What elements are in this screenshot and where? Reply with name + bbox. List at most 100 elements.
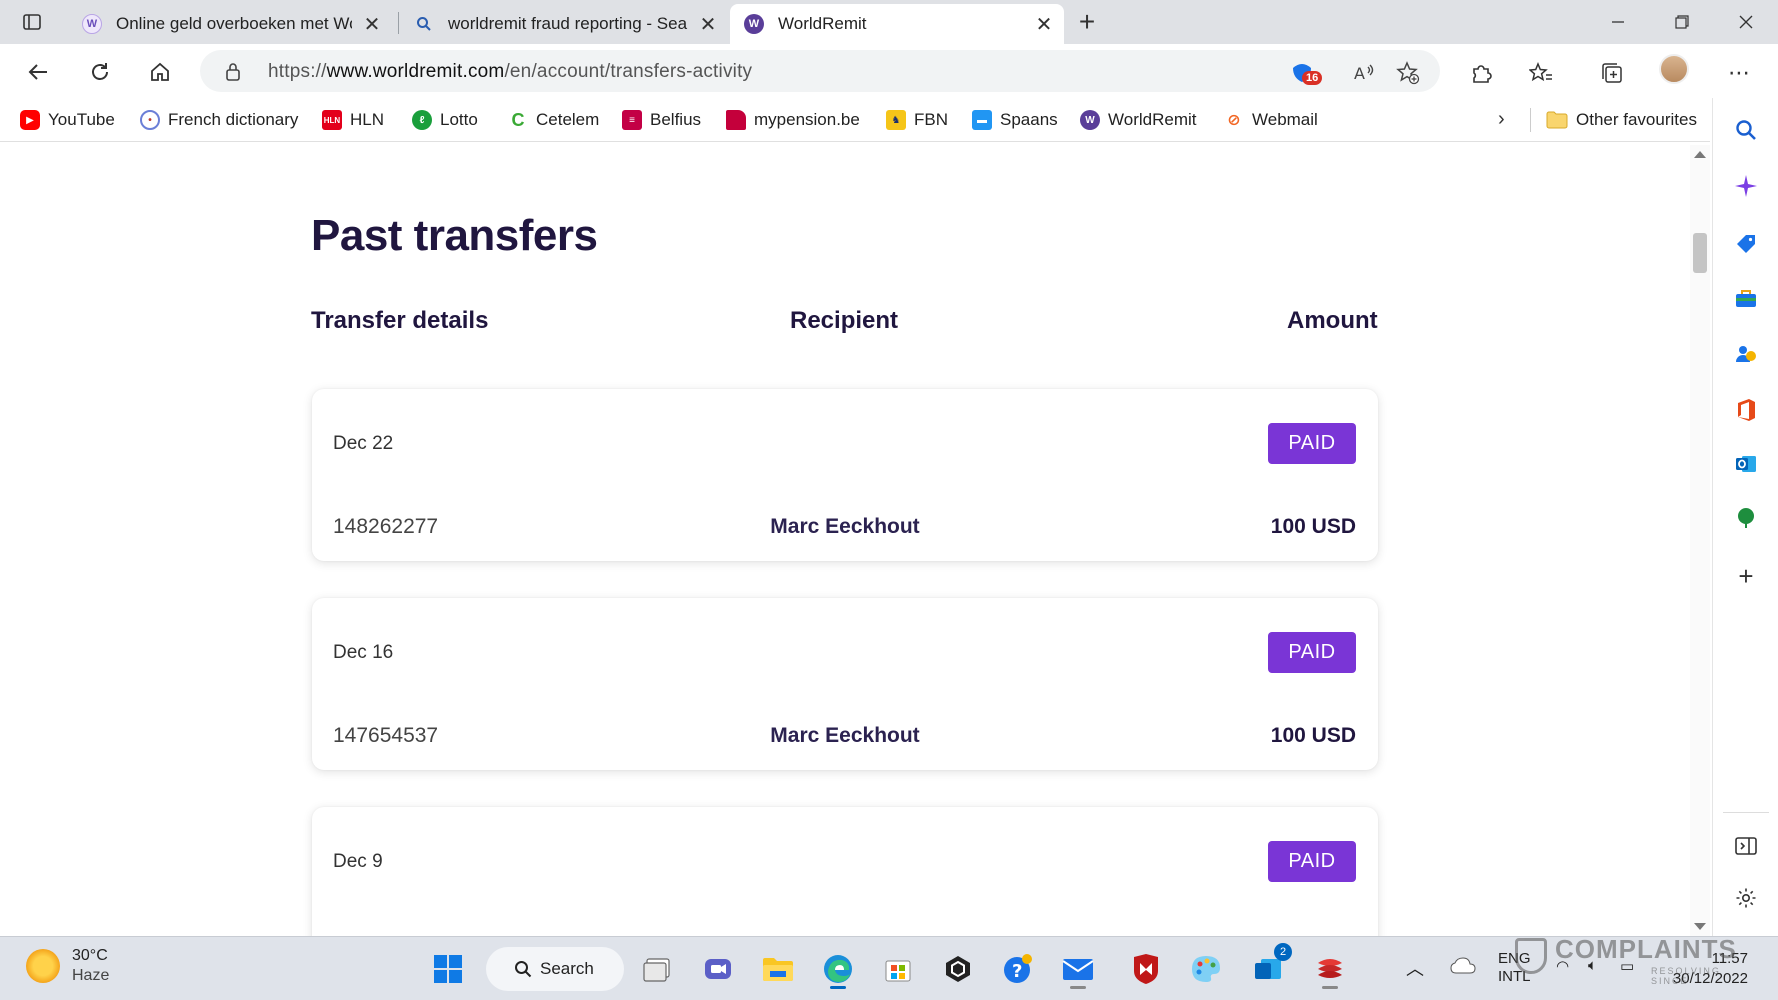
anydesk-button[interactable] <box>1310 949 1350 989</box>
mcafee-button[interactable] <box>1126 949 1166 989</box>
scroll-up-arrow-icon[interactable] <box>1694 151 1706 158</box>
favorite-lotto[interactable]: ℓ Lotto <box>412 108 478 132</box>
teams-icon <box>705 959 731 979</box>
mcafee-shield-icon <box>1134 954 1158 984</box>
transfer-card[interactable]: Dec 16 PAID 147654537 Marc Eeckhout 100 … <box>312 598 1378 770</box>
help-icon: ? <box>1004 954 1032 983</box>
column-header-details: Transfer details <box>311 307 489 334</box>
favorites-button[interactable] <box>1526 58 1556 88</box>
file-explorer-button[interactable] <box>758 949 798 989</box>
chevron-right-icon[interactable]: › <box>1498 108 1505 131</box>
sparkle-icon <box>1735 175 1757 197</box>
favorite-webmail[interactable]: ⊘ Webmail <box>1224 108 1318 132</box>
task-view-button[interactable] <box>638 949 678 989</box>
url-text[interactable]: https://www.worldremit.com/en/account/tr… <box>268 61 752 83</box>
show-hidden-icons-button[interactable]: ︿ <box>1406 955 1424 981</box>
sidebar-search-button[interactable] <box>1732 116 1760 144</box>
minimize-button[interactable] <box>1590 6 1646 38</box>
edge-icon <box>824 955 852 983</box>
mail-app-button[interactable] <box>1058 949 1098 989</box>
page-scrollbar[interactable] <box>1690 145 1710 936</box>
scroll-down-arrow-icon[interactable] <box>1694 923 1706 930</box>
sidebar-drop-button[interactable] <box>1732 504 1760 532</box>
favorite-belfius[interactable]: ≡ Belfius <box>622 108 701 132</box>
sidebar-add-button[interactable]: + <box>1732 561 1760 591</box>
transfer-card[interactable]: Dec 22 PAID 148262277 Marc Eeckhout 100 … <box>312 389 1378 561</box>
transfer-date: Dec 22 <box>333 433 394 454</box>
unity-hub-button[interactable] <box>938 949 978 989</box>
refresh-button[interactable] <box>82 54 118 90</box>
sidebar-copilot-button[interactable] <box>1732 172 1760 200</box>
tab-fraud-search[interactable]: worldremit fraud reporting - Sea ✕ <box>400 4 728 44</box>
favorite-fbn[interactable]: ♞ FBN <box>886 108 948 132</box>
stack-app-icon <box>1318 959 1342 978</box>
tab-worldremit-active[interactable]: W WorldRemit ✕ <box>730 4 1064 44</box>
puzzle-icon <box>1473 65 1492 83</box>
tab-actions-button[interactable] <box>12 8 52 36</box>
extension-button[interactable]: 16 <box>1288 59 1323 87</box>
favorite-worldremit[interactable]: W WorldRemit <box>1080 108 1196 132</box>
back-button[interactable] <box>20 54 56 90</box>
start-button[interactable] <box>428 949 468 989</box>
outlook-icon <box>1736 456 1756 472</box>
close-tab-icon[interactable]: ✕ <box>360 12 384 36</box>
get-help-button[interactable]: ? <box>998 949 1038 989</box>
column-header-recipient: Recipient <box>790 307 899 334</box>
tab-worldremit-transfer[interactable]: W Online geld overboeken met Wo ✕ <box>68 4 392 44</box>
favorite-french-dictionary[interactable]: • French dictionary <box>140 108 298 132</box>
office-icon <box>1738 399 1755 421</box>
new-tab-button[interactable]: + <box>1072 8 1102 38</box>
sidebar-games-button[interactable] <box>1732 340 1760 368</box>
address-bar[interactable]: https://www.worldremit.com/en/account/tr… <box>200 50 1440 92</box>
other-favourites-folder[interactable]: Other favourites <box>1546 108 1697 132</box>
favorite-label: HLN <box>350 110 385 129</box>
sidebar-shopping-button[interactable] <box>1732 230 1760 258</box>
favorite-spaans[interactable]: ▬ Spaans <box>972 108 1058 132</box>
favorites-bar: ▶ YouTube • French dictionary HLN HLN ℓ … <box>0 98 1710 142</box>
transfer-card[interactable]: Dec 9 PAID <box>312 807 1378 936</box>
profile-avatar[interactable] <box>1659 54 1689 84</box>
favorite-cetelem[interactable]: C Cetelem <box>508 108 599 132</box>
home-button[interactable] <box>142 54 178 90</box>
onedrive-button[interactable] <box>1450 957 1476 979</box>
tab-actions-icon <box>23 14 41 30</box>
favorite-label: mypension.be <box>754 110 860 129</box>
more-icon: ⋯ <box>1728 60 1750 85</box>
lock-icon[interactable] <box>224 62 242 87</box>
status-badge: PAID <box>1268 423 1356 464</box>
sidebar-office-button[interactable] <box>1732 396 1760 424</box>
edge-sidebar: + <box>1712 98 1778 936</box>
sidebar-outlook-button[interactable] <box>1732 450 1760 478</box>
extensions-button[interactable] <box>1466 58 1496 88</box>
add-favorite-button[interactable] <box>1394 59 1422 87</box>
running-app-indicator <box>1322 986 1338 989</box>
favorites-icon <box>1529 62 1552 82</box>
favorite-hln[interactable]: HLN HLN <box>322 108 384 132</box>
microsoft-store-button[interactable] <box>878 949 918 989</box>
edge-browser-button[interactable] <box>818 949 858 989</box>
favorite-mypension[interactable]: mypension.be <box>726 108 860 132</box>
recipient-name: Marc Eeckhout <box>770 724 920 747</box>
close-tab-icon[interactable]: ✕ <box>1032 12 1056 36</box>
settings-more-button[interactable]: ⋯ <box>1724 58 1754 88</box>
taskbar-search[interactable]: Search <box>486 947 624 991</box>
restore-button[interactable] <box>1654 6 1710 38</box>
close-window-button[interactable] <box>1718 6 1774 38</box>
outlook-taskbar-button[interactable]: 2 <box>1248 943 1292 989</box>
teams-chat-button[interactable] <box>698 949 738 989</box>
weather-widget[interactable]: 30°C Haze <box>26 947 109 985</box>
scroll-thumb[interactable] <box>1693 233 1707 273</box>
collections-button[interactable] <box>1596 58 1626 88</box>
sidebar-settings-button[interactable] <box>1732 884 1760 912</box>
close-tab-icon[interactable]: ✕ <box>696 12 720 36</box>
shield-logo-icon <box>1515 938 1547 974</box>
status-badge: PAID <box>1268 841 1356 882</box>
sidebar-tools-button[interactable] <box>1732 284 1760 312</box>
read-aloud-button[interactable]: A <box>1350 59 1378 87</box>
hide-sidebar-button[interactable] <box>1732 832 1760 860</box>
transfer-date: Dec 16 <box>333 642 394 663</box>
paint-button[interactable] <box>1186 949 1226 989</box>
tab-title: Online geld overboeken met Wo <box>116 14 352 33</box>
refresh-icon <box>92 63 108 80</box>
favorite-youtube[interactable]: ▶ YouTube <box>20 108 115 132</box>
